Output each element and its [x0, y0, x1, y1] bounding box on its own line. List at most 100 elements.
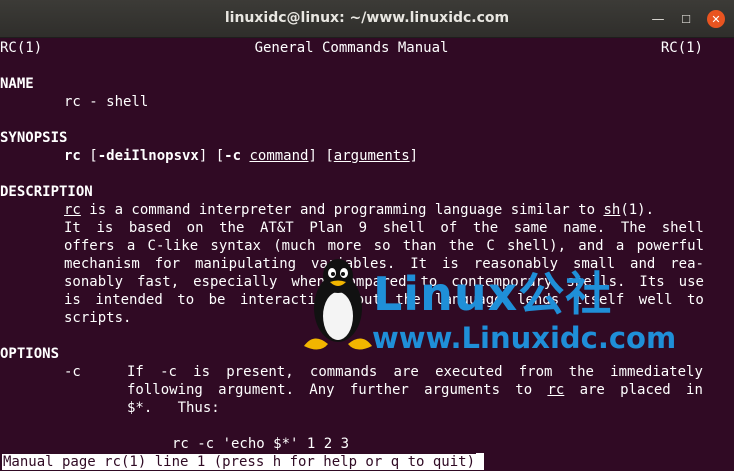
- word: It: [410, 256, 428, 272]
- description-line: rc is a command interpreter and programm…: [64, 201, 654, 219]
- word: interactive,: [239, 292, 342, 308]
- word: are: [579, 382, 605, 398]
- word: itself: [573, 292, 625, 308]
- option-line: If -c is present, commands are executed from the…: [127, 363, 703, 381]
- word: manipulating: [194, 256, 297, 272]
- word: If: [127, 364, 144, 380]
- word: It: [64, 220, 81, 236]
- option-line: $*. Thus:: [127, 400, 220, 416]
- word: the: [568, 364, 594, 380]
- synopsis-text: ]: [409, 148, 419, 164]
- sh-ref: sh: [603, 202, 621, 218]
- word: mechanism: [64, 256, 140, 272]
- word: immediately: [610, 364, 703, 380]
- synopsis-line: rc [-deiIlnopsvx] [-c command] [argument…: [64, 147, 418, 165]
- word: contemporary: [451, 274, 553, 290]
- desc-text: is a command interpreter and programming…: [80, 202, 604, 218]
- word: -c: [160, 364, 177, 380]
- word: to: [420, 274, 438, 290]
- terminal-window: linuxidc@linux: ~/www.linuxidc.com — ☐ ✕…: [0, 0, 734, 471]
- word: The: [620, 220, 647, 236]
- synopsis-arguments: arguments: [333, 148, 410, 164]
- terminal-content[interactable]: RC(1) General Commands Manual RC(1) NAME…: [0, 38, 734, 471]
- word: 9: [358, 220, 368, 236]
- word: more: [327, 238, 362, 254]
- word: arguments: [424, 382, 501, 398]
- word: name.: [563, 220, 606, 236]
- word: is: [442, 256, 459, 272]
- window-title: linuxidc@linux: ~/www.linuxidc.com: [224, 10, 510, 26]
- synopsis-cmd: rc: [64, 148, 81, 164]
- word: is: [64, 292, 81, 308]
- word: the: [448, 238, 475, 254]
- word: sonably: [64, 274, 124, 290]
- synopsis-text: ] [: [308, 148, 334, 164]
- word: small: [572, 256, 616, 272]
- word: on: [186, 220, 204, 236]
- example-command: rc -c 'echo $*' 1 2 3: [172, 436, 350, 452]
- word: commands: [309, 364, 378, 380]
- word: for: [154, 256, 181, 272]
- word: variables.: [311, 256, 396, 272]
- word: is: [96, 220, 114, 236]
- word: Any: [309, 382, 335, 398]
- title-bar[interactable]: linuxidc@linux: ~/www.linuxidc.com — ☐ ✕: [0, 0, 734, 38]
- description-line: mechanism for manipulating variables. It is re…: [64, 255, 704, 273]
- description-line: is intended to be interactive, but the language…: [64, 291, 704, 309]
- name-heading: NAME: [0, 76, 34, 92]
- option-line: following argument. Any further arguments to r…: [127, 381, 703, 399]
- word: when: [291, 274, 326, 290]
- word: argument.: [218, 382, 294, 398]
- word: from: [518, 364, 553, 380]
- name-line: rc - shell: [64, 94, 149, 110]
- word: than: [402, 238, 437, 254]
- word: the: [472, 220, 499, 236]
- header-left: RC(1): [0, 40, 43, 56]
- description-line: sonably fast, especially when compared to cont…: [64, 273, 704, 291]
- word: Its: [639, 274, 665, 290]
- word: syntax: [210, 238, 261, 254]
- close-icon[interactable]: ✕: [707, 10, 725, 28]
- word: Plan: [309, 220, 344, 236]
- synopsis-flags: -deiIlnopsvx: [97, 148, 199, 164]
- synopsis-text: [: [80, 148, 98, 164]
- word: language: [435, 292, 503, 308]
- word: but: [355, 292, 381, 308]
- word: in: [686, 382, 703, 398]
- word: a: [126, 238, 136, 254]
- word: be: [208, 292, 226, 308]
- word: and: [630, 256, 656, 272]
- word: to: [177, 292, 195, 308]
- word: shell),: [507, 238, 567, 254]
- word: are: [393, 364, 419, 380]
- word: is: [193, 364, 211, 380]
- description-heading: DESCRIPTION: [0, 184, 93, 200]
- word: a: [615, 238, 625, 254]
- word: rc: [547, 382, 565, 398]
- maximize-icon[interactable]: ☐: [677, 10, 695, 28]
- word: and: [578, 238, 604, 254]
- word: further: [349, 382, 409, 398]
- word: present,: [226, 364, 294, 380]
- word: placed: [620, 382, 671, 398]
- cursor: [476, 453, 485, 470]
- header-center: General Commands Manual: [254, 40, 449, 56]
- word: so: [373, 238, 391, 254]
- description-line: It is based on the AT&T Plan 9 shell of the same nam…: [64, 219, 704, 237]
- minimize-icon[interactable]: —: [649, 10, 667, 28]
- word: C: [486, 238, 495, 254]
- word: powerful: [636, 238, 704, 254]
- header-right: RC(1): [660, 40, 703, 56]
- word: following: [127, 382, 203, 398]
- word: reasonably: [473, 256, 559, 272]
- rc-ref: rc: [64, 202, 81, 218]
- word: offers: [64, 238, 115, 254]
- status-text: Manual page rc(1) line 1 (press h for he…: [2, 454, 477, 470]
- description-line: scripts.: [64, 310, 132, 326]
- word: the: [219, 220, 245, 236]
- man-header: RC(1) General Commands Manual RC(1): [0, 39, 703, 57]
- synopsis-c-flag: -c: [224, 148, 242, 164]
- word: shell: [661, 220, 704, 236]
- word: same: [513, 220, 548, 236]
- word: fast,: [136, 274, 180, 290]
